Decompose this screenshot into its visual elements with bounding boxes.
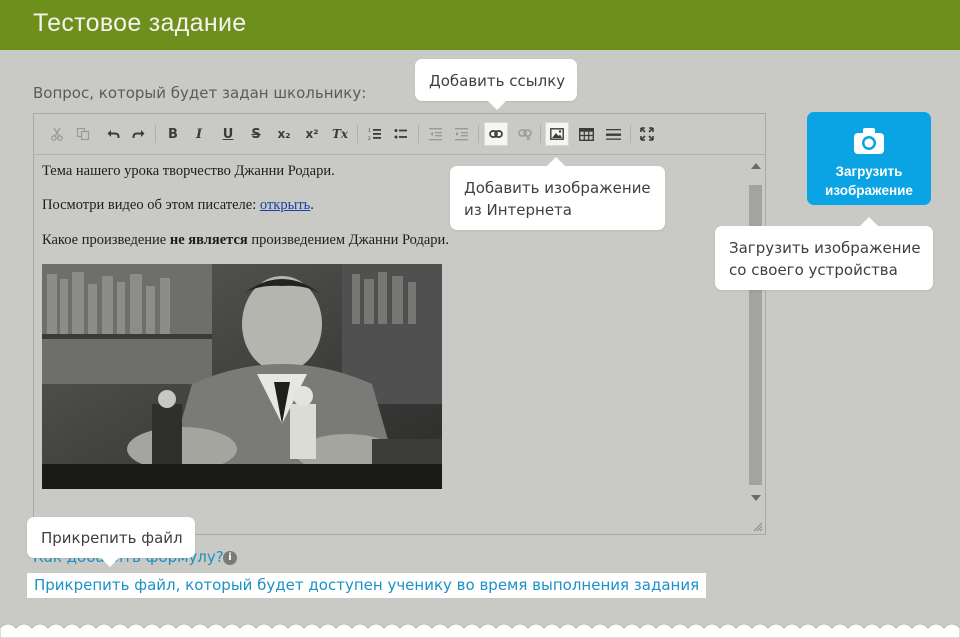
toolbar-separator bbox=[418, 125, 419, 143]
tooltip-add-image-text-2: из Интернета bbox=[464, 201, 572, 219]
info-icon[interactable]: i bbox=[223, 551, 237, 565]
bulleted-list-icon[interactable] bbox=[390, 123, 412, 145]
toolbar-separator bbox=[155, 125, 156, 143]
strikethrough-button[interactable]: S bbox=[245, 123, 267, 145]
underline-button[interactable]: U bbox=[217, 123, 239, 145]
page-header: Тестовое задание bbox=[0, 0, 960, 50]
editor-toolbar: B I U S x₂ x² Tx 12 bbox=[34, 114, 765, 155]
toolbar-separator bbox=[630, 125, 631, 143]
indent-icon[interactable] bbox=[451, 123, 473, 145]
content-text: произведением Джанни Родари. bbox=[247, 232, 449, 248]
tooltip-arrow bbox=[547, 157, 565, 166]
numbered-list-icon[interactable]: 12 bbox=[364, 123, 386, 145]
tooltip-upload-text-2: со своего устройства bbox=[729, 261, 898, 279]
upload-button-label-line-1: Загрузить bbox=[835, 164, 903, 179]
svg-text:2: 2 bbox=[368, 136, 371, 141]
bold-button[interactable]: B bbox=[162, 123, 184, 145]
cut-icon[interactable] bbox=[46, 123, 68, 145]
undo-icon[interactable] bbox=[102, 123, 124, 145]
outdent-icon[interactable] bbox=[425, 123, 447, 145]
tooltip-arrow bbox=[860, 217, 878, 226]
resize-handle-icon[interactable] bbox=[753, 522, 763, 532]
table-icon[interactable] bbox=[575, 123, 597, 145]
content-text: . bbox=[310, 197, 314, 213]
svg-text:1: 1 bbox=[368, 128, 371, 134]
link-icon[interactable] bbox=[484, 122, 508, 146]
scroll-up-arrow-icon[interactable] bbox=[751, 163, 761, 169]
remove-format-button[interactable]: Tx bbox=[329, 123, 351, 145]
tooltip-upload-device: Загрузить изображение со своего устройст… bbox=[715, 217, 933, 290]
tooltip-add-link: Добавить ссылку bbox=[415, 59, 577, 110]
content-bold-text: не является bbox=[169, 232, 248, 248]
attach-file-link[interactable]: Прикрепить файл, который будет доступен … bbox=[27, 573, 707, 598]
upload-image-button[interactable]: Загрузить изображение bbox=[807, 112, 931, 205]
content-paragraph-1: Тема нашего урока творчество Джанни Рода… bbox=[42, 163, 335, 179]
upload-button-label-line-2: изображение bbox=[825, 183, 913, 198]
video-link[interactable]: открыть bbox=[260, 197, 310, 213]
tooltip-upload-text-1: Загрузить изображение bbox=[729, 239, 921, 257]
superscript-button[interactable]: x² bbox=[301, 123, 323, 145]
tooltip-add-image: Добавить изображение из Интернета bbox=[450, 157, 665, 230]
maximize-icon[interactable] bbox=[636, 123, 658, 145]
toolbar-separator bbox=[478, 125, 479, 143]
upload-button-label: Загрузить изображение bbox=[807, 162, 931, 200]
question-label: Вопрос, который будет задан школьнику: bbox=[33, 84, 367, 102]
page-title: Тестовое задание bbox=[33, 9, 247, 37]
subscript-button[interactable]: x₂ bbox=[273, 123, 295, 145]
tooltip-add-link-text: Добавить ссылку bbox=[429, 72, 566, 90]
author-photo bbox=[42, 264, 442, 489]
toolbar-separator bbox=[540, 125, 541, 143]
tooltip-add-image-text-1: Добавить изображение bbox=[464, 179, 651, 197]
content-text: Посмотри видео об этом писателе: bbox=[42, 197, 260, 213]
content-text: Какое произведение bbox=[42, 232, 170, 248]
unlink-icon[interactable] bbox=[514, 123, 536, 145]
camera-icon bbox=[854, 128, 884, 154]
tooltip-arrow bbox=[488, 101, 506, 110]
copy-icon[interactable] bbox=[72, 123, 94, 145]
redo-icon[interactable] bbox=[128, 123, 150, 145]
tooltip-attach-file: Прикрепить файл bbox=[27, 517, 195, 567]
italic-button[interactable]: I bbox=[188, 123, 210, 145]
content-paragraph-2: Посмотри видео об этом писателе: открыть… bbox=[42, 197, 314, 214]
image-icon[interactable] bbox=[545, 122, 569, 146]
toolbar-separator bbox=[357, 125, 358, 143]
scroll-down-arrow-icon[interactable] bbox=[751, 495, 761, 501]
editor-scrollbar[interactable] bbox=[746, 155, 765, 510]
content-paragraph-3: Какое произведение не является произведе… bbox=[42, 232, 449, 249]
tooltip-attach-file-text: Прикрепить файл bbox=[41, 529, 183, 547]
tooltip-arrow bbox=[101, 558, 119, 567]
horizontal-line-icon[interactable] bbox=[602, 123, 624, 145]
wavy-page-edge bbox=[0, 623, 960, 638]
